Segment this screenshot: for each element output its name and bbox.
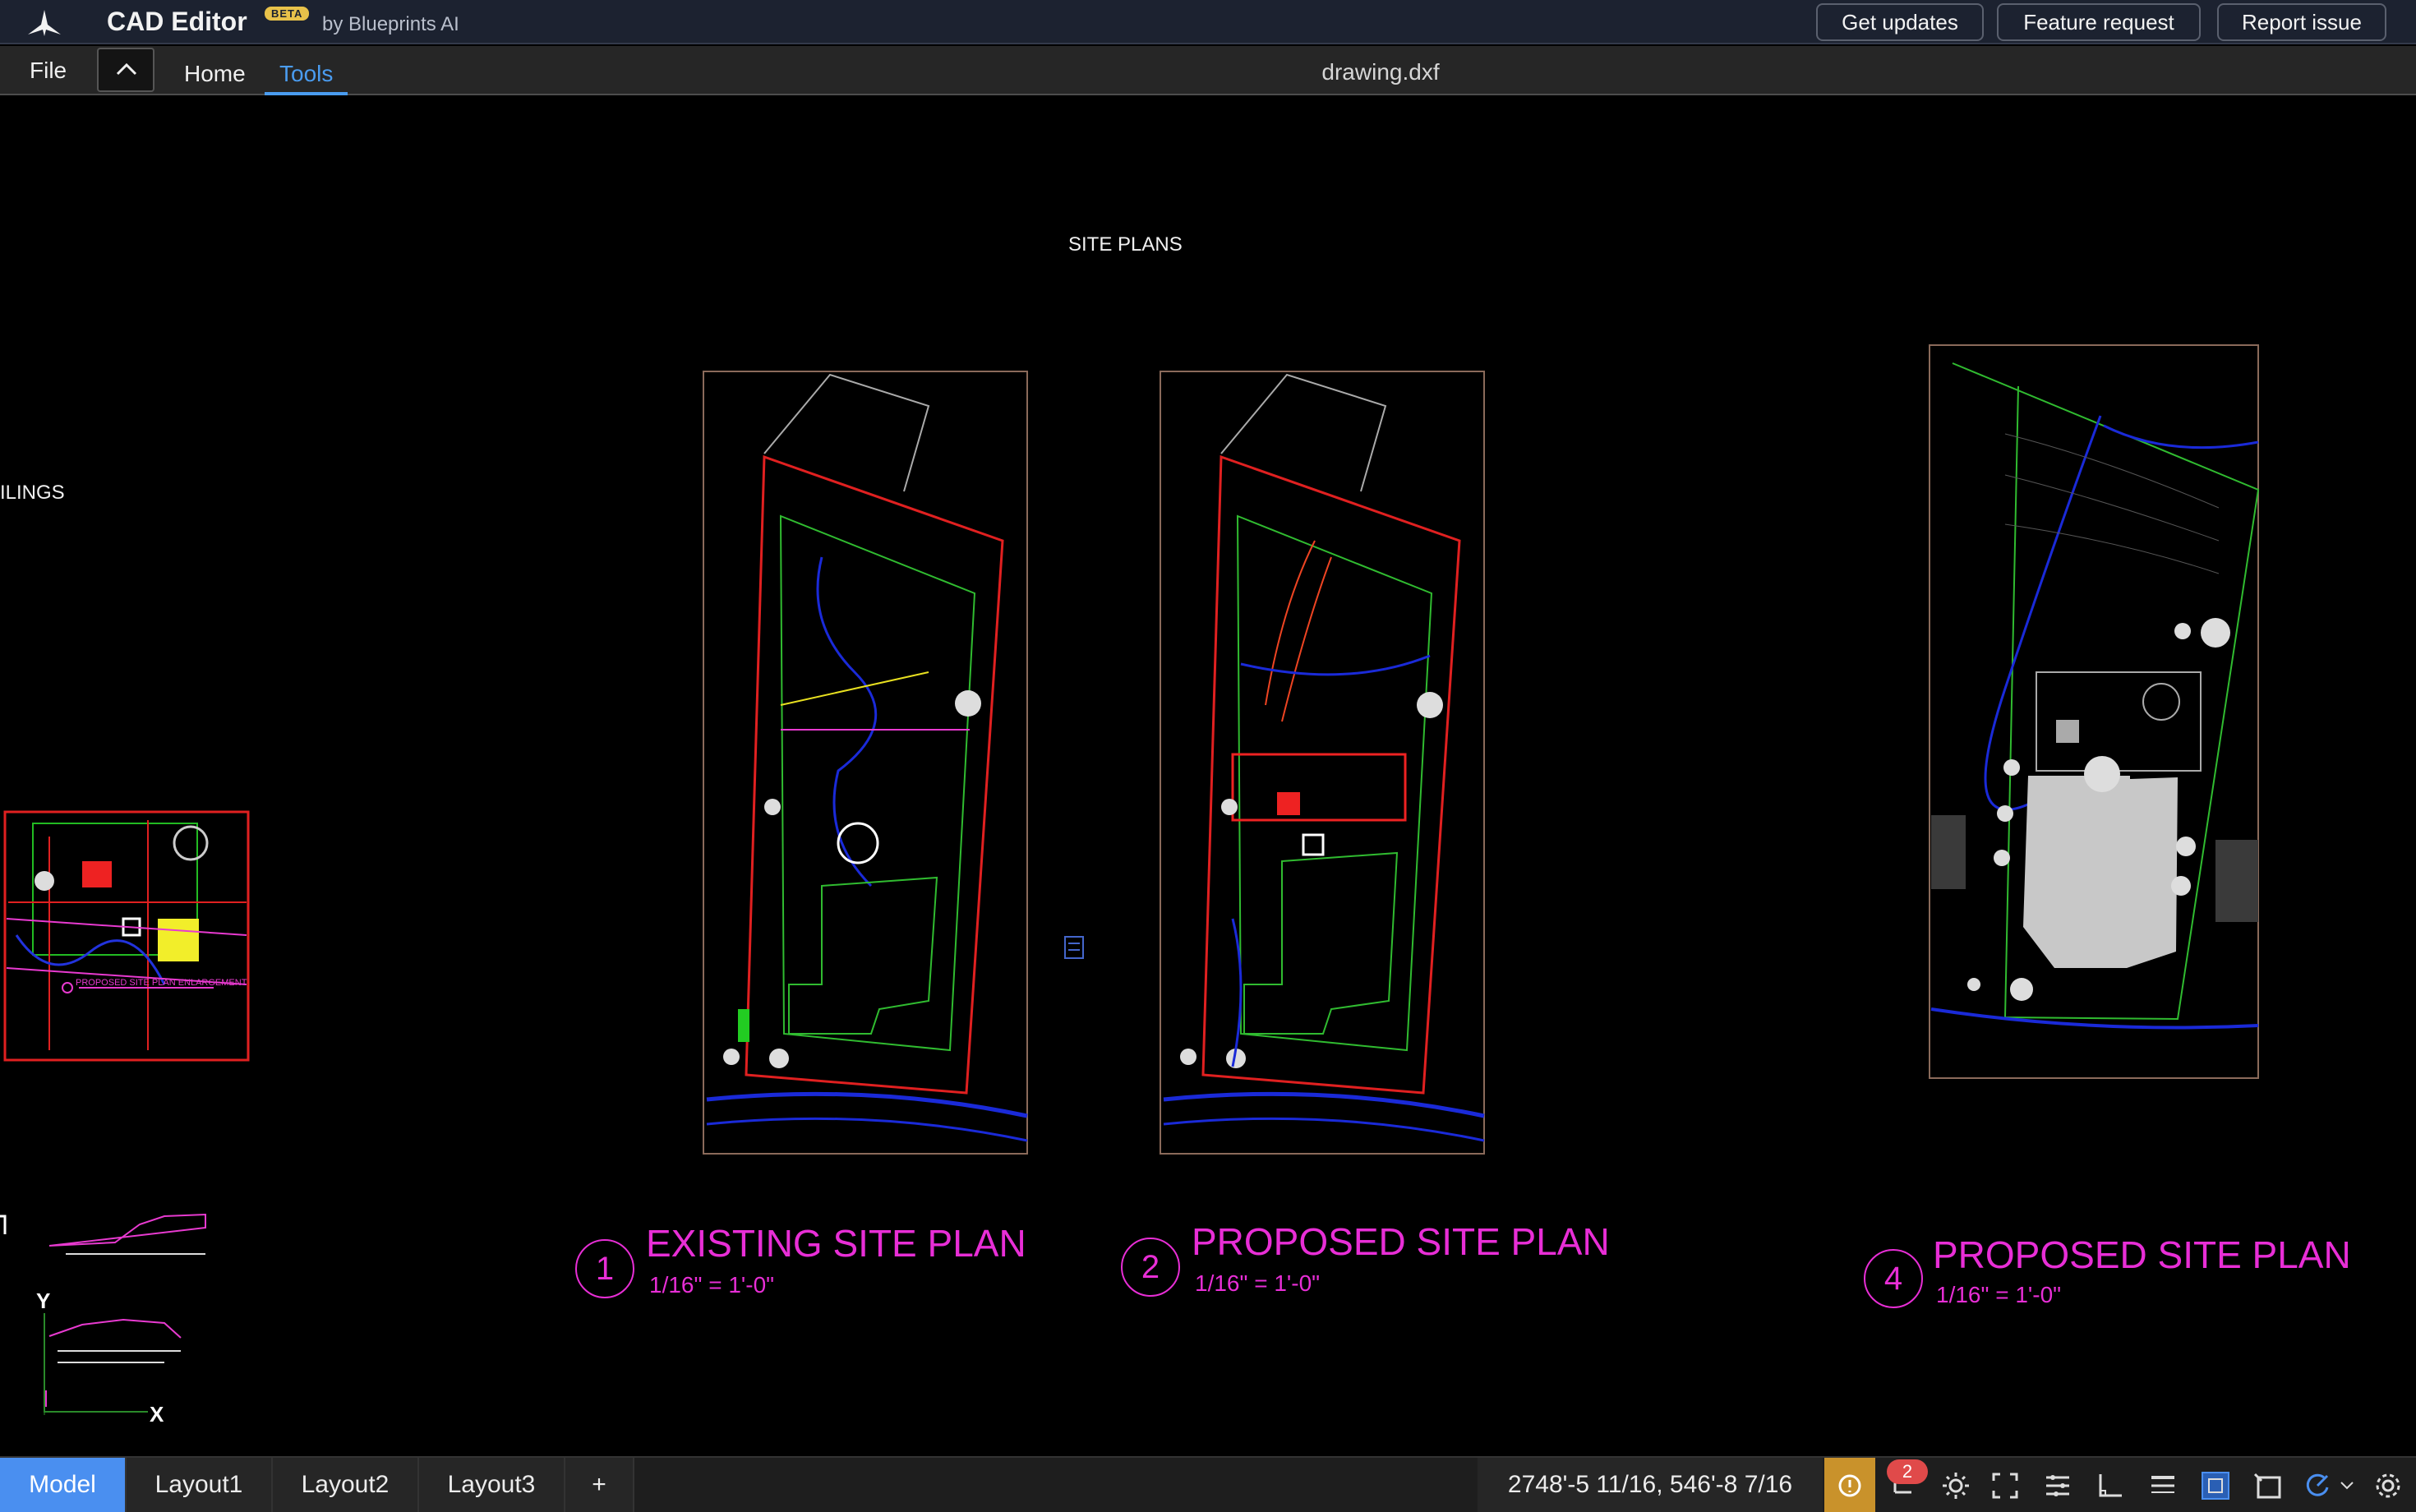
- layout-tab-layout1[interactable]: Layout1: [127, 1458, 273, 1512]
- left-enlargement-caption: PROPOSED SITE PLAN ENLARGEMENT: [76, 978, 247, 988]
- ucs-y-axis-label: Y: [36, 1288, 51, 1313]
- snap-grid-icon[interactable]: [2199, 1469, 2232, 1502]
- polar-tracking-icon[interactable]: [2301, 1469, 2334, 1502]
- feature-request-button[interactable]: Feature request: [1997, 3, 2201, 41]
- file-menu[interactable]: File: [30, 58, 67, 84]
- sheet-title: SITE PLANS: [1068, 233, 1183, 256]
- app-header: CAD Editor BETA by Blueprints AI Get upd…: [0, 0, 2416, 44]
- left-enlargement-drawing: [3, 810, 250, 1062]
- plan-number-1: 1: [575, 1239, 634, 1298]
- tab-tools[interactable]: Tools: [265, 58, 348, 95]
- chevron-down-icon[interactable]: [2339, 1469, 2355, 1502]
- layout-tab-model[interactable]: Model: [0, 1458, 127, 1512]
- menu-bar: File Home Tools drawing.dxf: [0, 46, 2416, 95]
- warning-button[interactable]: [1824, 1458, 1875, 1512]
- status-bar: Model Layout1 Layout2 Layout3 + 2748'-5 …: [0, 1456, 2416, 1512]
- brightness-icon[interactable]: [1939, 1469, 1972, 1502]
- fullscreen-icon[interactable]: [1989, 1469, 2022, 1502]
- beta-badge: BETA: [265, 7, 310, 21]
- ortho-mode-icon[interactable]: [2094, 1469, 2127, 1502]
- gear-icon[interactable]: [2372, 1469, 2404, 1502]
- viewport-icon[interactable]: [2252, 1469, 2285, 1502]
- add-layout-button[interactable]: +: [565, 1458, 634, 1512]
- existing-site-plan-drawing: [703, 371, 1028, 1155]
- left-section-drawings: [0, 1213, 206, 1415]
- tab-home[interactable]: Home: [184, 61, 246, 87]
- cursor-coordinates: 2748'-5 11/16, 546'-8 7/16: [1478, 1458, 1823, 1512]
- plan-title-4: PROPOSED SITE PLAN: [1933, 1233, 2351, 1276]
- drawing-canvas[interactable]: SITE PLANS ILINGS PROPOSED SITE PLAN ENL…: [0, 97, 2416, 1456]
- proposed-site-plan-4-drawing: [1929, 344, 2260, 1079]
- report-issue-button[interactable]: Report issue: [2217, 3, 2386, 41]
- legend-marker: [1064, 936, 1084, 959]
- plan-title-2: PROPOSED SITE PLAN: [1192, 1220, 1610, 1263]
- plan-scale-4: 1/16" = 1'-0": [1936, 1282, 2062, 1307]
- plan-scale-1: 1/16" = 1'-0": [649, 1272, 775, 1298]
- warning-icon: [1838, 1474, 1861, 1497]
- blueprints-logo-icon[interactable]: [25, 7, 64, 39]
- byline: by Blueprints AI: [322, 13, 459, 35]
- notification-badge: 2: [1887, 1459, 1928, 1484]
- plan-number-4: 4: [1864, 1249, 1923, 1308]
- collapse-ribbon-button[interactable]: [97, 48, 154, 92]
- chevron-up-icon: [116, 62, 137, 76]
- layout-tab-layout3[interactable]: Layout3: [419, 1458, 565, 1512]
- lineweight-icon[interactable]: [2146, 1469, 2179, 1502]
- settings-sliders-icon[interactable]: [2041, 1469, 2074, 1502]
- plan-title-1: EXISTING SITE PLAN: [646, 1222, 1026, 1265]
- ucs-x-axis-label: X: [150, 1402, 164, 1427]
- app-title: CAD Editor: [107, 7, 247, 36]
- get-updates-button[interactable]: Get updates: [1816, 3, 1984, 41]
- proposed-site-plan-drawing: [1160, 371, 1485, 1155]
- document-title: drawing.dxf: [1321, 59, 1440, 85]
- plan-number-2: 2: [1121, 1238, 1180, 1297]
- layout-tab-layout2[interactable]: Layout2: [273, 1458, 419, 1512]
- plan-scale-2: 1/16" = 1'-0": [1195, 1270, 1321, 1296]
- left-edge-label: ILINGS: [0, 482, 65, 504]
